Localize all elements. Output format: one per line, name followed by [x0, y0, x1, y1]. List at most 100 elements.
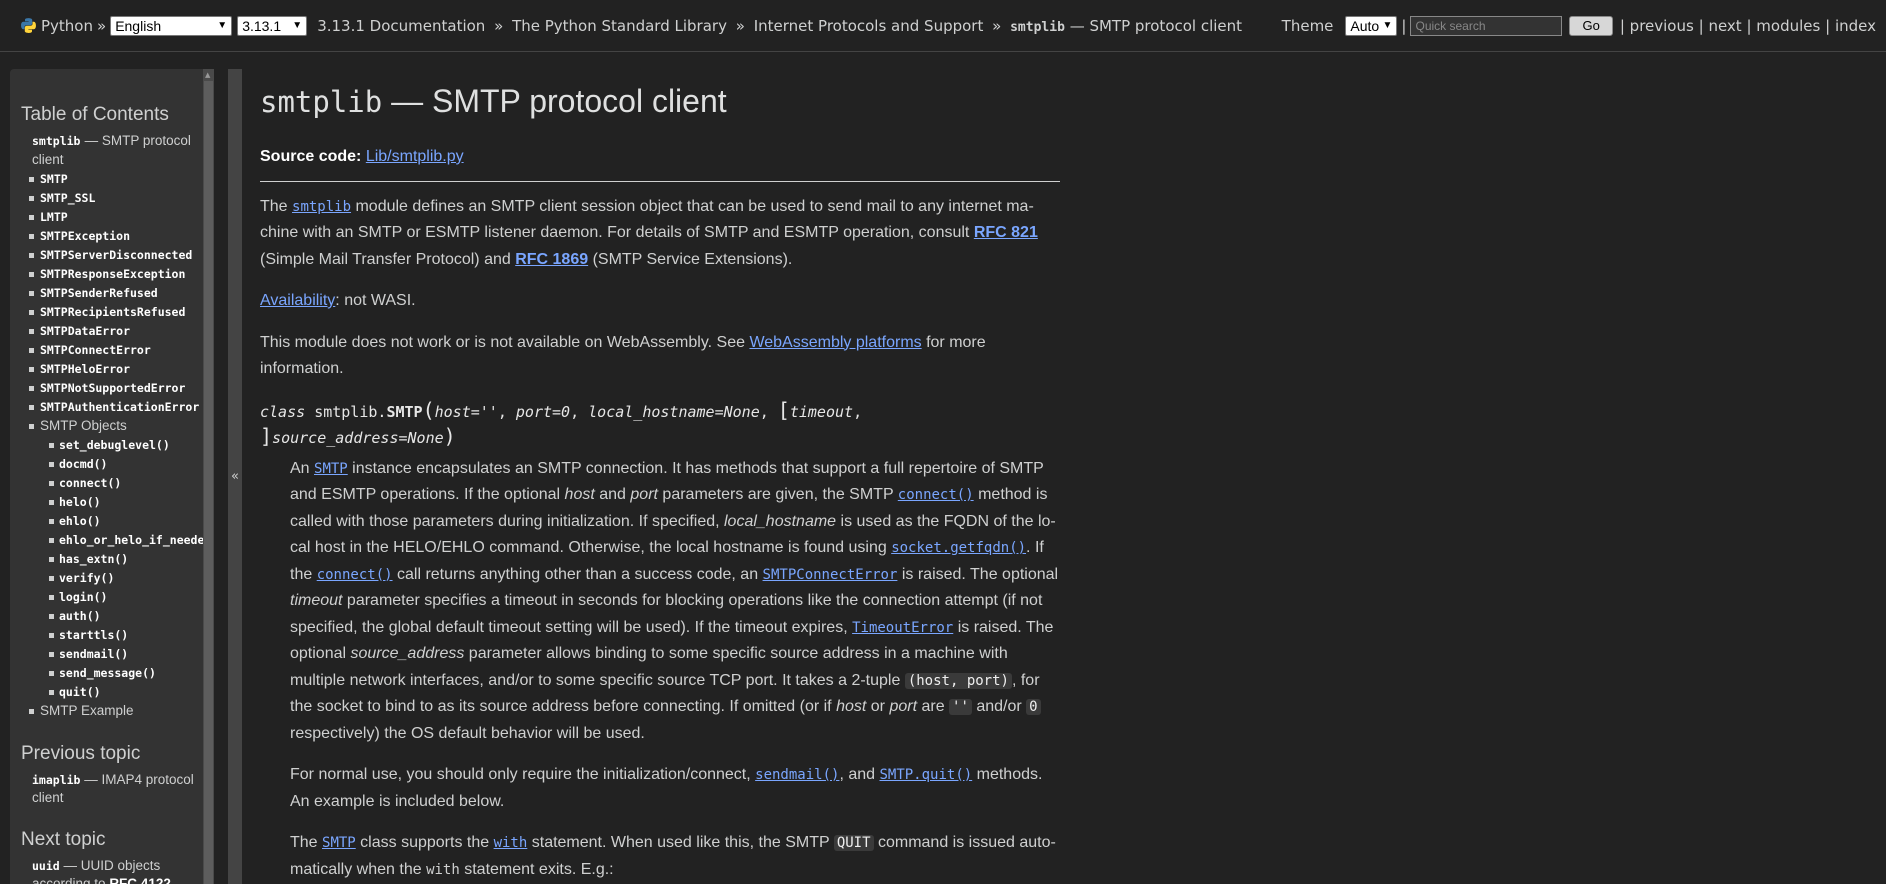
text: module defines an SMTP client session ob…: [260, 197, 1034, 242]
with-statement-link[interactable]: with: [494, 835, 528, 851]
toc-item-label: helo(): [59, 495, 101, 509]
rfc-1869-link[interactable]: RFC 1869: [515, 251, 588, 268]
breadcrumb-stdlib[interactable]: The Python Standard Library: [512, 17, 727, 35]
sidebar-scrollbar[interactable]: ▲: [203, 69, 214, 884]
previous-topic-link[interactable]: imaplib — IMAP4 protocol client: [21, 771, 201, 807]
smtp-quit-link[interactable]: SMTP.quit(): [879, 767, 972, 783]
next-link[interactable]: next: [1708, 17, 1741, 35]
toc-item-has-extn[interactable]: has_extn(): [21, 550, 213, 569]
smtp-class-link[interactable]: SMTP: [322, 835, 356, 851]
sig-comma: ,: [853, 402, 863, 421]
toc-item-smtpconnecterror[interactable]: SMTPConnectError: [21, 341, 213, 360]
smtp-description-paragraph: An SMTP instance encapsulates an SMTP co…: [290, 456, 1060, 748]
toc-item-label: SMTPRecipientsRefused: [40, 305, 186, 319]
connect-method-link[interactable]: connect(): [317, 567, 393, 583]
toc-item-smtpheloerror[interactable]: SMTPHeloError: [21, 360, 213, 379]
sig-comma: ,: [570, 402, 589, 421]
previous-topic-code: imaplib: [32, 773, 81, 787]
toc-item-label: SMTPHeloError: [40, 362, 131, 376]
divider: [260, 180, 1060, 182]
index-link[interactable]: index: [1835, 17, 1876, 35]
toc-item-lmtp[interactable]: LMTP: [21, 208, 213, 227]
toc-item-label: auth(): [59, 609, 101, 623]
toc-item-helo[interactable]: helo(): [21, 493, 213, 512]
next-topic-link[interactable]: uuid — UUID objects according to RFC 412…: [21, 857, 201, 884]
toc-item-smtp-objects[interactable]: SMTP Objects: [21, 417, 213, 436]
pipe-separator: |: [1746, 16, 1752, 35]
rfc-821-link[interactable]: RFC 821: [974, 224, 1038, 241]
text: (Simple Mail Transfer Protocol) and: [260, 250, 516, 268]
toc-item-label: SMTPServerDisconnected: [40, 248, 193, 262]
webassembly-platforms-link[interactable]: WebAssembly platforms: [749, 334, 921, 351]
toc-item-smtp-example[interactable]: SMTP Example: [21, 702, 213, 721]
python-label: Python: [41, 16, 93, 35]
python-logo-icon: [21, 17, 36, 33]
intro-paragraph: The smtplib module defines an SMTP clien…: [260, 194, 1060, 274]
language-select[interactable]: English ▼: [110, 15, 233, 36]
toc-item-label: SMTPSenderRefused: [40, 286, 158, 300]
toc-item-label: has_extn(): [59, 552, 129, 566]
param-port: port: [630, 486, 658, 503]
toc-item-smtplib[interactable]: smtplib — SMTP protocol client: [21, 132, 191, 170]
toc-item-send-message[interactable]: send_message(): [21, 664, 213, 683]
text: respectively) the OS default behavior wi…: [290, 724, 645, 742]
breadcrumb-documentation[interactable]: 3.13.1 Documentation: [317, 17, 485, 35]
toc-item-smtpserverdisconnected[interactable]: SMTPServerDisconnected: [21, 246, 213, 265]
sig-paren: ): [443, 423, 456, 448]
sig-param: timeout: [789, 402, 854, 421]
toc-item-smtp[interactable]: SMTP: [21, 170, 213, 189]
smtpconnecterror-link[interactable]: SMTPConnectError: [763, 567, 898, 583]
param-port: port: [889, 698, 918, 715]
version-select[interactable]: 3.13.1 ▼: [237, 15, 308, 36]
param-source-address: source_address: [350, 645, 465, 662]
toc-item-login[interactable]: login(): [21, 588, 213, 607]
modules-link[interactable]: modules: [1756, 17, 1820, 35]
toc-item-label: ehlo(): [59, 514, 101, 528]
toc-item-quit[interactable]: quit(): [21, 683, 213, 702]
toc-item-smtpsenderrefused[interactable]: SMTPSenderRefused: [21, 284, 213, 303]
chevron-down-icon: ▼: [217, 20, 228, 31]
toc-item-ehlo[interactable]: ehlo(): [21, 512, 213, 531]
toc-item-docmd[interactable]: docmd(): [21, 455, 213, 474]
toc-item-set-debuglevel[interactable]: set_debuglevel(): [21, 436, 213, 455]
sidebar-collapse-button[interactable]: «: [228, 69, 242, 884]
sig-comma: ,: [759, 402, 778, 421]
timeouterror-link[interactable]: TimeoutError: [852, 620, 953, 636]
toc-item-smtprecipientsrefused[interactable]: SMTPRecipientsRefused: [21, 303, 213, 322]
text: class supports the: [355, 834, 494, 851]
toc-item-smtpnotsupportederror[interactable]: SMTPNotSupportedError: [21, 379, 213, 398]
toc-item-auth[interactable]: auth(): [21, 607, 213, 626]
toc-item-smtpdataerror[interactable]: SMTPDataError: [21, 322, 213, 341]
availability-link[interactable]: Availability: [260, 292, 335, 309]
sendmail-link[interactable]: sendmail(): [755, 767, 839, 783]
sidebar-scrollbar-thumb[interactable]: [204, 81, 213, 884]
sig-bracket: ]: [260, 423, 273, 448]
smtp-class-link[interactable]: SMTP: [314, 461, 348, 477]
toc-item-verify[interactable]: verify(): [21, 569, 213, 588]
socket-getfqdn-link[interactable]: socket.getfqdn(): [891, 540, 1026, 556]
source-code-link[interactable]: Lib/smtplib.py: [366, 148, 464, 165]
go-button[interactable]: Go: [1569, 15, 1613, 36]
text: , and: [839, 766, 880, 783]
scroll-up-icon[interactable]: ▲: [205, 71, 210, 79]
toc-item-smtpresponseexception[interactable]: SMTPResponseException: [21, 265, 213, 284]
toc-item-starttls[interactable]: starttls(): [21, 626, 213, 645]
breadcrumb-internet-protocols[interactable]: Internet Protocols and Support: [754, 17, 984, 35]
previous-link[interactable]: previous: [1630, 17, 1694, 35]
connect-method-link[interactable]: connect(): [898, 487, 974, 503]
toc-item-smtpauthenticationerror[interactable]: SMTPAuthenticationError: [21, 398, 213, 417]
toc-item-smtpexception[interactable]: SMTPException: [21, 227, 213, 246]
toc-item-ehlo-or-helo[interactable]: ehlo_or_helo_if_needed(): [21, 531, 213, 550]
toc-item-smtp-ssl[interactable]: SMTP_SSL: [21, 189, 213, 208]
source-code-label: Source code:: [260, 148, 362, 165]
smtplib-module-link[interactable]: smtplib: [292, 199, 351, 215]
previous-topic-title: Previous topic: [21, 743, 141, 764]
theme-select[interactable]: Auto ▼: [1345, 15, 1398, 36]
toc-item-sendmail[interactable]: sendmail(): [21, 645, 213, 664]
toc-item-label: ehlo_or_helo_if_needed(): [59, 533, 213, 547]
toc-item-connect[interactable]: connect(): [21, 474, 213, 493]
sig-name: SMTP: [386, 402, 423, 421]
search-input[interactable]: Quick search: [1410, 15, 1563, 36]
source-code-line: Source code: Lib/smtplib.py: [260, 144, 1060, 171]
python-home-link[interactable]: Python: [20, 17, 93, 35]
